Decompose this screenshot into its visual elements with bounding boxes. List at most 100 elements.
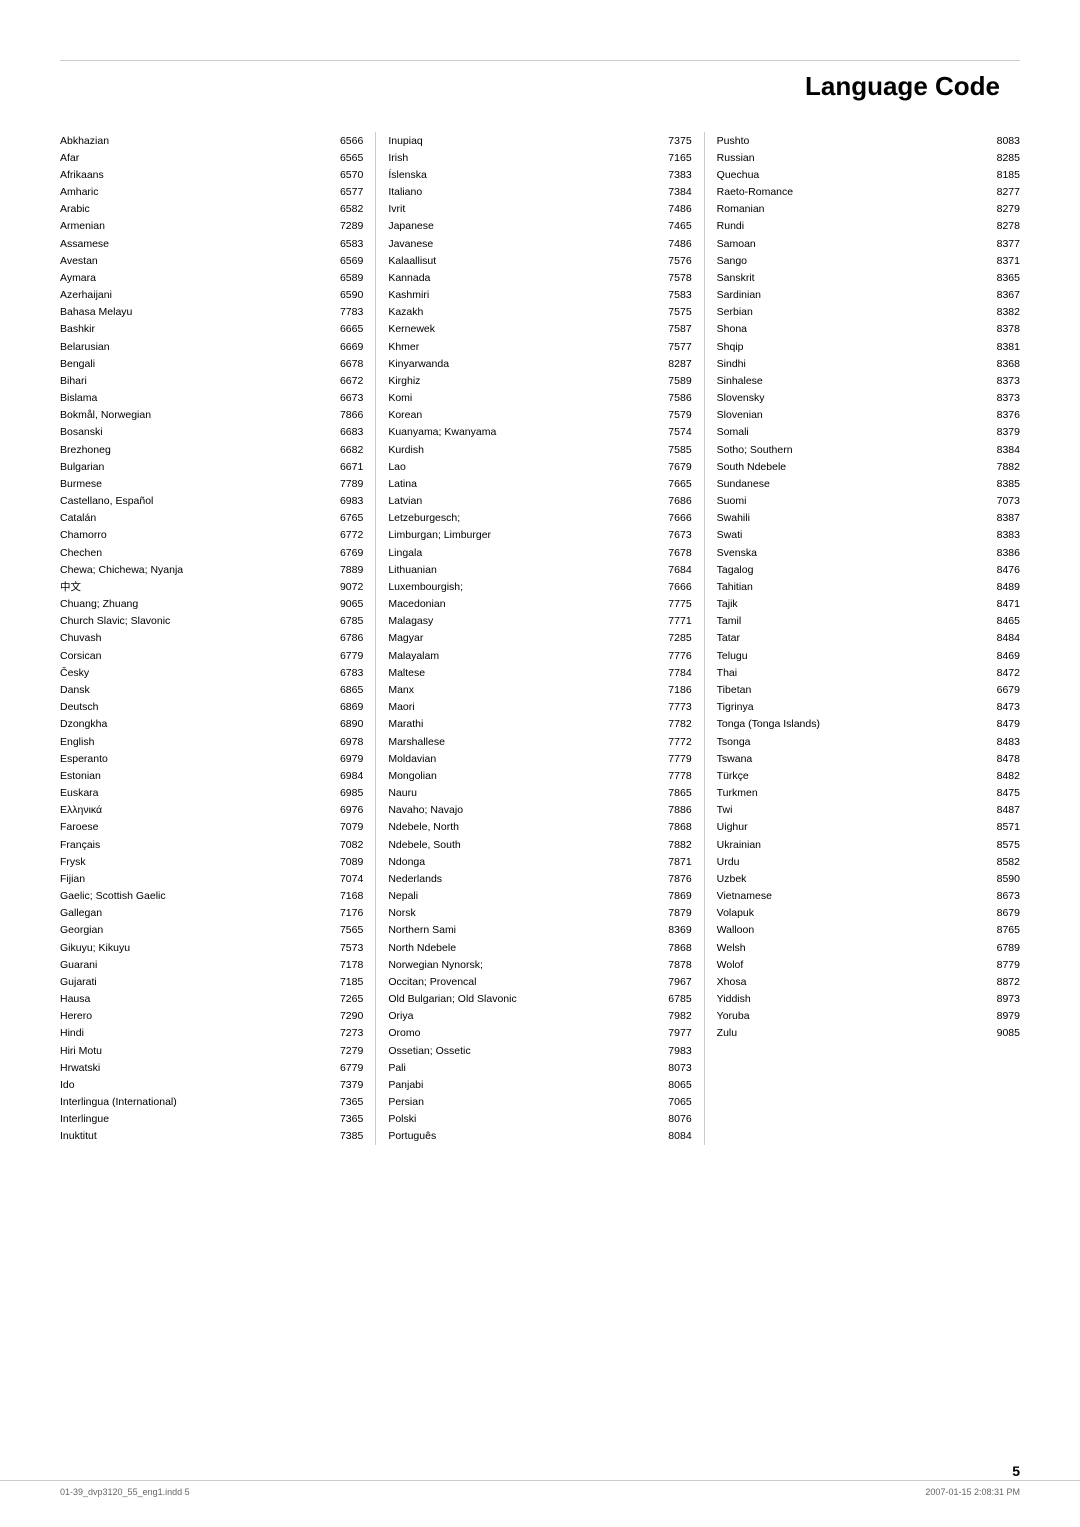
language-name: Tagalog [717,563,988,577]
language-code: 8386 [988,546,1020,560]
table-row: Latina7665 [388,475,691,492]
language-name: Kernewek [388,322,659,336]
language-name: Hindi [60,1026,331,1040]
language-code: 6772 [331,528,363,542]
table-row: Corsican6779 [60,647,363,664]
language-name: Bokmål, Norwegian [60,408,331,422]
table-row: Tonga (Tonga Islands)8479 [717,716,1020,733]
language-code: 8484 [988,631,1020,645]
language-name: Manx [388,683,659,697]
language-name: Interlingue [60,1112,331,1126]
language-name: Slovenian [717,408,988,422]
language-name: Sardinian [717,288,988,302]
language-code: 7771 [660,614,692,628]
language-name: Tajik [717,597,988,611]
language-code: 7784 [660,666,692,680]
table-row: Sundanese8385 [717,475,1020,492]
language-code: 8469 [988,649,1020,663]
table-row: Ελληνικά6976 [60,802,363,819]
table-row: Fijian7074 [60,870,363,887]
language-code: 7666 [660,511,692,525]
table-row: Castellano, Español6983 [60,493,363,510]
language-name: Hiri Motu [60,1044,331,1058]
language-code: 7168 [331,889,363,903]
language-code: 7977 [660,1026,692,1040]
table-row: Tibetan6679 [717,682,1020,699]
table-row: Ukrainian8575 [717,836,1020,853]
language-name: Turkmen [717,786,988,800]
language-code: 9072 [331,580,363,594]
table-row: Thai8472 [717,664,1020,681]
table-row: Amharic6577 [60,184,363,201]
language-name: Kalaallisut [388,254,659,268]
language-name: Français [60,838,331,852]
language-code: 8076 [660,1112,692,1126]
language-code: 7486 [660,202,692,216]
language-code: 6672 [331,374,363,388]
language-name: Corsican [60,649,331,663]
table-row: Armenian7289 [60,218,363,235]
language-name: Chechen [60,546,331,560]
table-row: Kazakh7575 [388,304,691,321]
table-row: Hrwatski6779 [60,1059,363,1076]
page: Language Code Abkhazian6566Afar6565Afrik… [0,0,1080,1527]
language-name: Ndonga [388,855,659,869]
language-name: Fijian [60,872,331,886]
language-code: 6985 [331,786,363,800]
table-row: Raeto-Romance8277 [717,184,1020,201]
page-number: 5 [1012,1463,1020,1479]
table-row: Avestan6569 [60,252,363,269]
table-row: Occitan; Provencal7967 [388,973,691,990]
language-code: 7279 [331,1044,363,1058]
table-row: Swati8383 [717,527,1020,544]
table-row: Français7082 [60,836,363,853]
table-row: Maori7773 [388,699,691,716]
language-name: Burmese [60,477,331,491]
language-code: 6779 [331,1061,363,1075]
language-code: 7866 [331,408,363,422]
language-name: Latvian [388,494,659,508]
table-row: Tajik8471 [717,596,1020,613]
language-code: 8385 [988,477,1020,491]
table-row: Letzeburgesch;7666 [388,510,691,527]
table-row: Maltese7784 [388,664,691,681]
language-name: Panjabi [388,1078,659,1092]
table-row: Yiddish8973 [717,991,1020,1008]
language-code: 7779 [660,752,692,766]
table-row: Hindi7273 [60,1025,363,1042]
table-row: Somali8379 [717,424,1020,441]
language-code: 6665 [331,322,363,336]
language-code: 6577 [331,185,363,199]
table-row: Gujarati7185 [60,973,363,990]
table-row: Brezhoneg6682 [60,441,363,458]
table-row: Javanese7486 [388,235,691,252]
table-row: Chechen6769 [60,544,363,561]
language-name: Northern Sami [388,923,659,937]
table-row: Wolof8779 [717,956,1020,973]
language-name: Afrikaans [60,168,331,182]
table-row: Ndebele, South7882 [388,836,691,853]
table-row: Serbian8382 [717,304,1020,321]
language-code: 6678 [331,357,363,371]
language-name: Yoruba [717,1009,988,1023]
language-name: Ndebele, South [388,838,659,852]
language-code: 7176 [331,906,363,920]
language-code: 8679 [988,906,1020,920]
language-name: Navaho; Navajo [388,803,659,817]
table-row: Chamorro6772 [60,527,363,544]
table-row: Esperanto6979 [60,750,363,767]
language-code: 7385 [331,1129,363,1143]
language-code: 8285 [988,151,1020,165]
language-name: Komi [388,391,659,405]
language-code: 9065 [331,597,363,611]
language-name: Kazakh [388,305,659,319]
language-name: Welsh [717,941,988,955]
language-name: Oromo [388,1026,659,1040]
table-row: Swahili8387 [717,510,1020,527]
table-row: Latvian7686 [388,493,691,510]
language-code: 8483 [988,735,1020,749]
table-row: Inuktitut7385 [60,1128,363,1145]
language-code: 8478 [988,752,1020,766]
language-code: 8479 [988,717,1020,731]
language-code: 7587 [660,322,692,336]
